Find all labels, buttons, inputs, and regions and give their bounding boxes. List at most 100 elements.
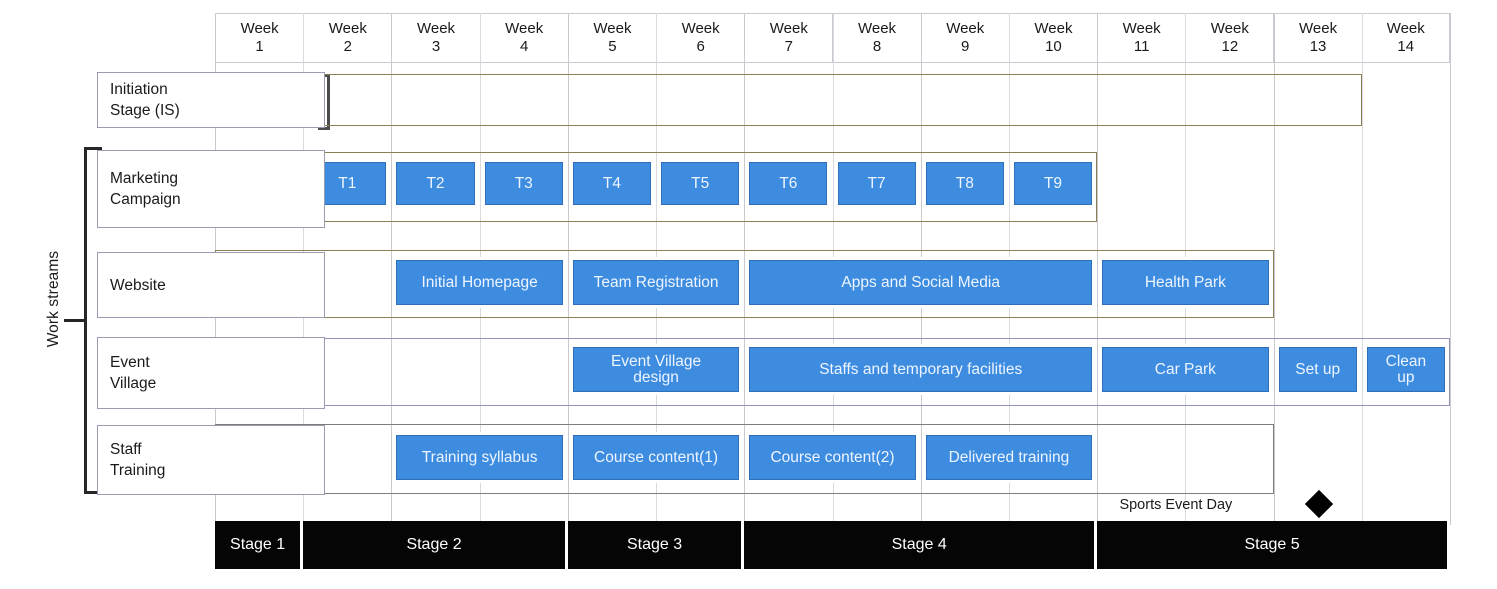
week-number: 3 bbox=[431, 38, 441, 55]
week-unit-label: Week bbox=[857, 20, 897, 37]
task-bar[interactable]: Clean up bbox=[1366, 347, 1445, 392]
gantt-chart: Work streams Week 1 Week 2 Week 3 Week 4 Week 5 We… bbox=[0, 0, 1497, 589]
week-header-cell-3: Week 3 bbox=[391, 13, 480, 63]
stage-band: Stage 1 Stage 2 Stage 3 Stage 4 Stage 5 bbox=[215, 521, 1447, 569]
week-header-cell-13: Week 13 bbox=[1273, 13, 1362, 63]
task-bar-label: T7 bbox=[867, 175, 886, 192]
task-bar-label: T6 bbox=[779, 175, 798, 192]
week-unit-label: Week bbox=[1034, 20, 1073, 37]
week-number: 2 bbox=[343, 38, 352, 55]
task-bar-label: Course content(1) bbox=[594, 449, 719, 466]
week-unit-label: Week bbox=[769, 20, 808, 37]
week-header-cell-7: Week 7 bbox=[744, 13, 833, 63]
task-bar-label: T9 bbox=[1043, 175, 1063, 192]
work-stream-label-text: Initiation Stage (IS) bbox=[110, 81, 180, 119]
week-number: 13 bbox=[1309, 38, 1327, 55]
work-streams-axis-label: Work streams bbox=[45, 250, 62, 348]
week-header-cell-1: Week 1 bbox=[215, 13, 304, 63]
week-header-cell-4: Week 4 bbox=[479, 13, 568, 63]
task-bar-label: Training syllabus bbox=[421, 449, 538, 466]
task-bar[interactable]: Team Registration bbox=[572, 260, 740, 305]
week-number: 14 bbox=[1397, 38, 1415, 55]
work-stream-label-text: Event Village bbox=[110, 354, 157, 392]
work-stream-label-event-village: Event Village bbox=[97, 337, 325, 409]
week-number: 8 bbox=[872, 38, 882, 55]
week-unit-label: Week bbox=[593, 20, 632, 37]
task-bar-label: Event Village design bbox=[610, 352, 702, 386]
task-bar[interactable]: T9 bbox=[1013, 162, 1093, 205]
week-header-cell-10: Week 10 bbox=[1008, 13, 1098, 63]
task-bar[interactable]: T5 bbox=[661, 162, 740, 205]
task-bar[interactable]: T4 bbox=[572, 162, 652, 205]
work-streams-bracket bbox=[64, 143, 102, 498]
week-unit-label: Week bbox=[505, 20, 544, 37]
week-unit-label: Week bbox=[416, 20, 456, 37]
task-bar[interactable]: T6 bbox=[749, 162, 828, 205]
week-header-cell-12: Week 12 bbox=[1185, 13, 1274, 63]
week-number: 12 bbox=[1221, 38, 1239, 55]
week-header-cell-11: Week 11 bbox=[1097, 13, 1186, 63]
week-unit-label: Week bbox=[1210, 20, 1249, 37]
week-number: 6 bbox=[696, 38, 705, 55]
task-bar[interactable]: Apps and Social Media bbox=[749, 260, 1093, 305]
stage-label: Stage 4 bbox=[891, 536, 947, 553]
task-bar-label: Delivered training bbox=[948, 449, 1070, 466]
week-number: 11 bbox=[1133, 38, 1150, 55]
stage-box[interactable]: Stage 5 bbox=[1097, 521, 1447, 569]
task-bar-label: Apps and Social Media bbox=[841, 274, 1000, 291]
task-bar[interactable]: Course content(1) bbox=[572, 435, 740, 480]
task-bar[interactable]: T7 bbox=[837, 162, 916, 205]
task-bar[interactable]: Car Park bbox=[1102, 347, 1269, 392]
work-stream-label-text: Staff Training bbox=[110, 441, 166, 479]
task-bar-label: Health Park bbox=[1144, 274, 1226, 291]
week-number: 5 bbox=[608, 38, 617, 55]
task-bar-label: T8 bbox=[955, 175, 974, 192]
diamond-marker-icon bbox=[1305, 489, 1334, 519]
bracket-center-tick bbox=[64, 319, 86, 322]
stage-label: Stage 3 bbox=[626, 536, 683, 553]
task-bar[interactable]: T2 bbox=[396, 162, 475, 205]
gridline-week-14 bbox=[1361, 13, 1363, 525]
task-bar-label: T4 bbox=[602, 175, 621, 192]
work-stream-label-website: Website bbox=[97, 252, 325, 318]
task-bar-label: Staffs and temporary facilities bbox=[819, 361, 1023, 378]
week-number: 10 bbox=[1045, 38, 1062, 55]
task-bar-label: Course content(2) bbox=[770, 449, 895, 466]
week-number: 1 bbox=[255, 38, 264, 55]
task-bar[interactable]: Delivered training bbox=[925, 435, 1093, 480]
week-header-cell-2: Week 2 bbox=[303, 13, 392, 63]
task-bar[interactable]: Set up bbox=[1278, 347, 1357, 392]
task-bar[interactable]: T8 bbox=[925, 162, 1004, 205]
week-unit-label: Week bbox=[240, 20, 279, 37]
task-bar[interactable]: Event Village design bbox=[572, 347, 740, 392]
stage-label: Stage 5 bbox=[1244, 536, 1300, 553]
task-bar[interactable]: T3 bbox=[484, 162, 563, 205]
week-header-cell-8: Week 8 bbox=[832, 13, 921, 63]
task-bar[interactable]: Initial Homepage bbox=[396, 260, 563, 305]
week-unit-label: Week bbox=[1122, 20, 1161, 37]
task-bar-label: Team Registration bbox=[593, 274, 719, 291]
task-bar[interactable]: Training syllabus bbox=[396, 435, 563, 480]
stage-box[interactable]: Stage 2 bbox=[303, 521, 565, 569]
task-bar[interactable]: Staffs and temporary facilities bbox=[749, 347, 1093, 392]
week-number: 9 bbox=[961, 38, 970, 55]
task-bar-label: T5 bbox=[691, 175, 710, 192]
task-bar[interactable]: Course content(2) bbox=[749, 435, 916, 480]
week-header-cell-5: Week 5 bbox=[567, 13, 657, 63]
week-unit-label: Week bbox=[1299, 20, 1338, 37]
week-unit-label: Week bbox=[946, 20, 985, 37]
week-unit-label: Week bbox=[328, 20, 367, 37]
stage-label: Stage 1 bbox=[230, 536, 286, 553]
stage-label: Stage 2 bbox=[406, 536, 462, 553]
swimlane-frame-initiation-stage bbox=[215, 74, 1362, 126]
work-stream-label-text: Website bbox=[110, 276, 166, 294]
week-header-cell-14: Week 14 bbox=[1361, 13, 1450, 63]
week-header-cell-9: Week 9 bbox=[920, 13, 1009, 63]
stage-box[interactable]: Stage 3 bbox=[567, 521, 742, 569]
stage-box[interactable]: Stage 1 bbox=[215, 521, 301, 569]
task-bar-label: Car Park bbox=[1154, 361, 1216, 378]
task-bar-label: T3 bbox=[514, 175, 533, 192]
week-unit-label: Week bbox=[1386, 20, 1425, 37]
task-bar[interactable]: Health Park bbox=[1102, 260, 1269, 305]
stage-box[interactable]: Stage 4 bbox=[744, 521, 1095, 569]
